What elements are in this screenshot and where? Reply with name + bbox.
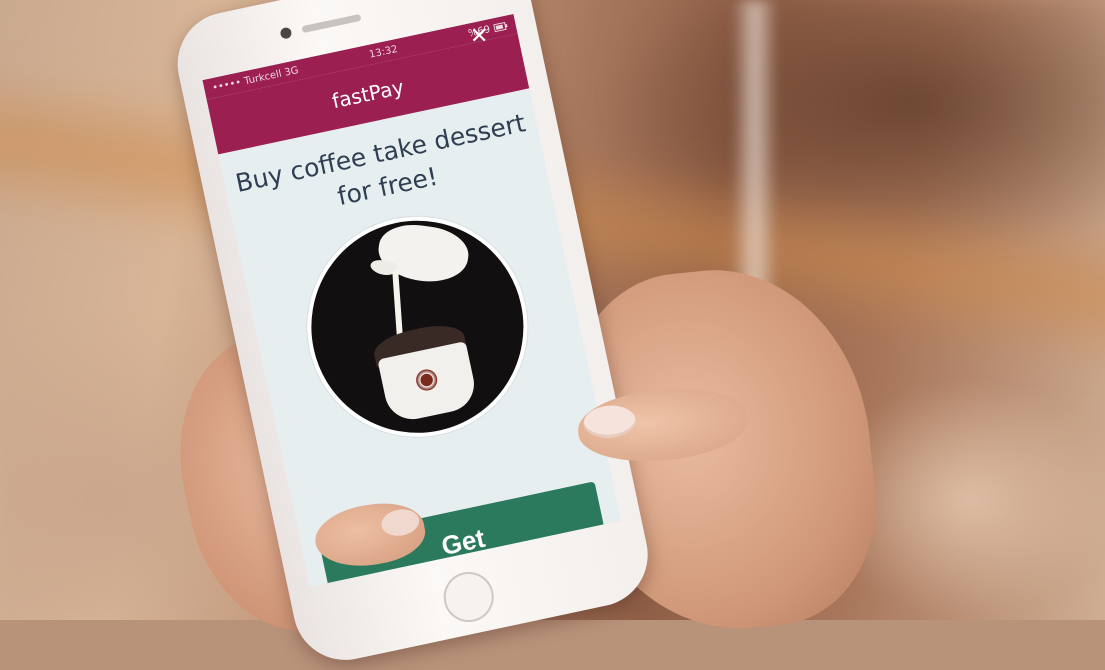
phone-screen: ••••• Turkcell 3G 13:32 %69 fastPay Buy … [202,13,622,587]
promo-image [286,196,548,458]
clock: 13:32 [368,43,399,61]
earpiece-speaker [301,13,362,34]
smartphone: ••••• Turkcell 3G 13:32 %69 fastPay Buy … [168,0,660,670]
app-title: fastPay [329,74,407,114]
home-button[interactable] [439,567,499,627]
cream-pitcher [374,219,472,287]
front-camera [279,26,293,40]
close-icon[interactable]: ✕ [470,24,1099,49]
